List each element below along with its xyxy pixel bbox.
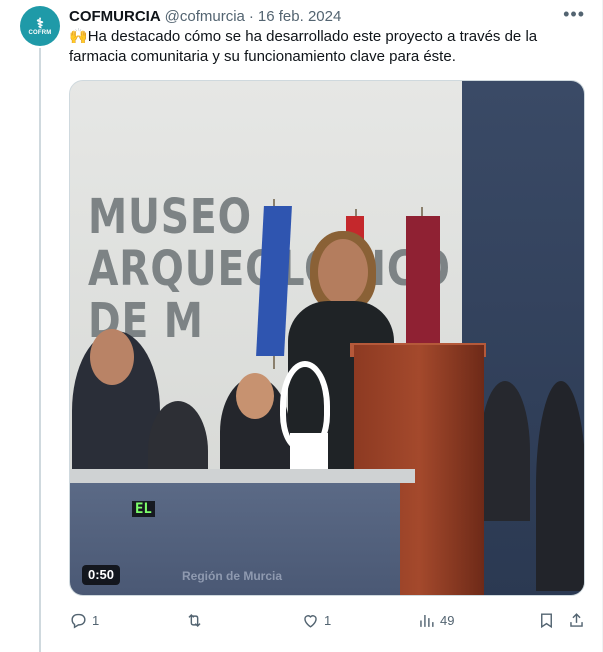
reply-count: 1	[92, 612, 100, 628]
tweet-date[interactable]: 16 feb. 2024	[258, 8, 341, 25]
bookmark-icon	[541, 612, 552, 628]
head-table	[70, 469, 415, 483]
more-horizontal-icon[interactable]: •••	[563, 4, 585, 25]
like-count: 1	[324, 612, 332, 628]
video-frame: MUSEO ARQUEOLÓGICO DE M Región de Murcia…	[70, 81, 584, 595]
avatar-brand-text: COFRM	[28, 29, 52, 36]
video-player[interactable]: MUSEO ARQUEOLÓGICO DE M Región de Murcia…	[69, 80, 585, 596]
views-count: 49	[440, 612, 455, 628]
avatar[interactable]: ⚕ COFRM	[20, 6, 60, 46]
speaker	[318, 239, 368, 305]
views-button[interactable]: 49	[417, 608, 454, 632]
separator-dot: ·	[248, 7, 254, 25]
tweet-actions: 1 1 49	[69, 608, 585, 632]
share-button[interactable]	[567, 608, 586, 632]
analytics-icon	[420, 614, 434, 627]
region-banner-text: Región de Murcia	[182, 569, 283, 583]
repost-icon	[188, 613, 201, 627]
repost-button[interactable]	[185, 608, 208, 632]
thread-line	[39, 48, 41, 652]
heart-icon	[304, 614, 317, 628]
tweet-header: COFMURCIA @cofmurcia · 16 feb. 2024	[69, 6, 341, 26]
author-handle[interactable]: @cofmurcia	[165, 8, 245, 25]
share-icon	[570, 612, 583, 627]
video-subtitle: EL	[132, 501, 155, 517]
author-name[interactable]: COFMURCIA	[69, 8, 161, 25]
pharmacy-cross-icon: ⚕	[36, 14, 44, 31]
reply-button[interactable]: 1	[69, 608, 99, 632]
bookmark-button[interactable]	[537, 608, 556, 632]
tweet-text: 🙌Ha destacado cómo se ha desarrollado es…	[69, 27, 579, 67]
like-button[interactable]: 1	[301, 608, 331, 632]
video-duration-badge: 0:50	[82, 565, 121, 585]
tweet-body: Ha destacado cómo se ha desarrollado est…	[69, 28, 538, 65]
raised-hands-emoji: 🙌	[69, 28, 88, 45]
reply-icon	[71, 613, 86, 628]
